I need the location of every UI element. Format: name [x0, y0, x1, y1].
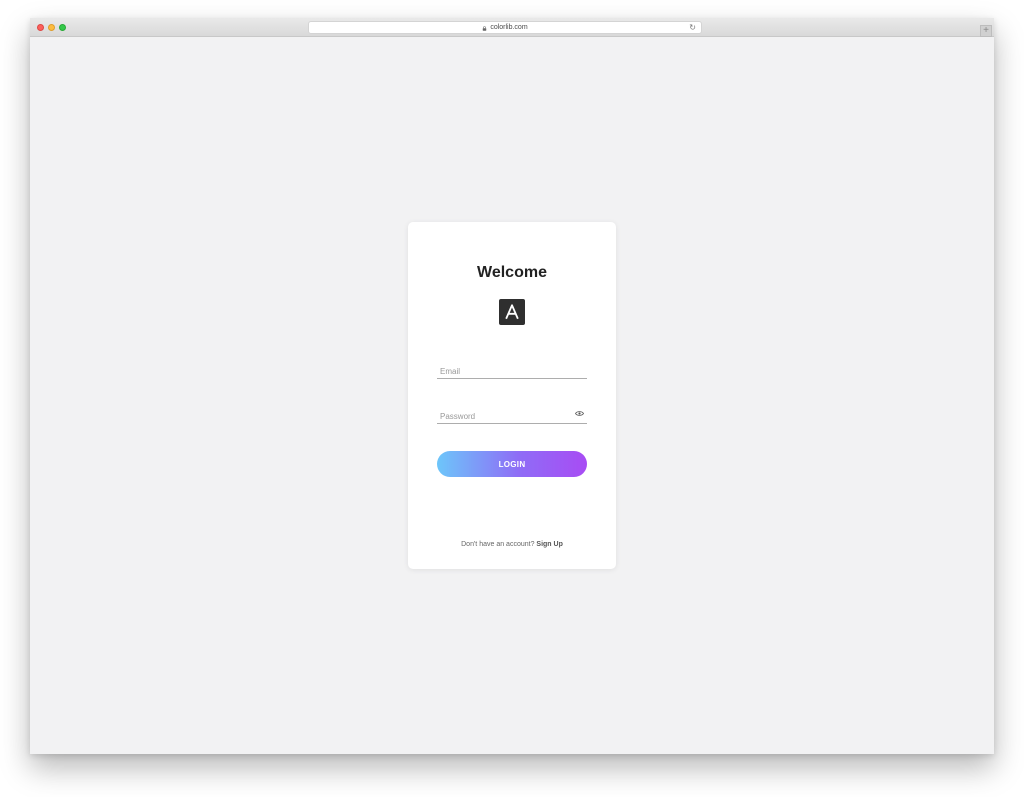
signup-link[interactable]: Sign Up	[536, 541, 562, 548]
plus-icon[interactable]: +	[980, 25, 992, 37]
browser-titlebar: colorlib.com ↻ +	[30, 18, 994, 37]
lock-icon	[483, 26, 487, 31]
reload-icon[interactable]: ↻	[689, 23, 696, 32]
password-field-wrapper	[437, 406, 587, 425]
email-field-wrapper	[437, 361, 587, 380]
maximize-window-button[interactable]	[59, 24, 66, 31]
address-bar-url: colorlib.com	[490, 24, 528, 31]
login-card: Welcome LOGIN Don't have an account? Sig…	[408, 222, 616, 569]
signup-prompt-line: Don't have an account? Sign Up	[408, 541, 616, 548]
page-title: Welcome	[477, 264, 547, 281]
logo-letter-icon	[505, 304, 519, 320]
login-button[interactable]: LOGIN	[437, 451, 587, 477]
browser-window: colorlib.com ↻ + Welcome LOGIN Don't hav…	[30, 18, 994, 754]
address-bar[interactable]: colorlib.com ↻	[308, 21, 702, 34]
signup-prompt: Don't have an account?	[461, 541, 535, 548]
logo	[499, 299, 525, 325]
eye-icon[interactable]	[575, 410, 584, 417]
password-field[interactable]	[437, 408, 587, 425]
email-field[interactable]	[437, 363, 587, 380]
close-window-button[interactable]	[37, 24, 44, 31]
minimize-window-button[interactable]	[48, 24, 55, 31]
